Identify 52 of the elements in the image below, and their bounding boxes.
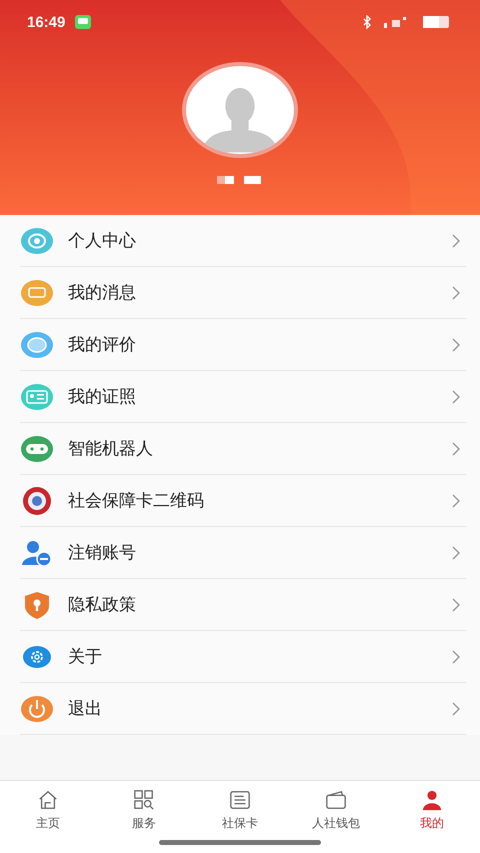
chevron-right-icon: [452, 650, 460, 664]
menu-label: 我的证照: [68, 386, 137, 408]
chevron-right-icon: [452, 598, 460, 612]
card-icon: [229, 788, 251, 810]
chevron-right-icon: [452, 702, 460, 716]
badge-emblem-icon: [20, 486, 54, 516]
chevron-right-icon: [452, 234, 460, 248]
menu-label: 我的评价: [68, 334, 137, 356]
menu-label: 关于: [68, 646, 103, 668]
chevron-right-icon: [452, 546, 460, 560]
robot-icon: [20, 434, 54, 464]
person-icon: [421, 788, 443, 810]
menu-label: 隐私政策: [68, 594, 137, 616]
tab[interactable]: 社保卡: [192, 781, 288, 835]
profile-icon: [20, 226, 54, 256]
menu-item[interactable]: 我的证照: [20, 371, 466, 423]
tab[interactable]: 人社钱包: [288, 781, 384, 835]
tab[interactable]: 服务: [96, 781, 192, 835]
grid-search-icon: [133, 788, 155, 810]
bluetooth-icon: [362, 15, 372, 29]
chevron-right-icon: [452, 338, 460, 352]
menu-item[interactable]: 我的消息: [20, 267, 466, 319]
menu-item[interactable]: 智能机器人: [20, 423, 466, 475]
menu-item[interactable]: 退出: [20, 683, 466, 735]
menu-label: 注销账号: [68, 542, 137, 564]
menu-item[interactable]: 我的评价: [20, 319, 466, 371]
menu-item[interactable]: 关于: [20, 631, 466, 683]
menu-label: 我的消息: [68, 282, 137, 304]
status-time: 16:49: [27, 14, 66, 30]
menu-label: 个人中心: [68, 230, 137, 252]
masked-name: [217, 176, 263, 184]
tab[interactable]: 我的: [384, 781, 480, 835]
chevron-right-icon: [452, 390, 460, 404]
menu-item[interactable]: 个人中心: [20, 215, 466, 267]
power-icon: [20, 694, 54, 724]
chevron-right-icon: [452, 494, 460, 508]
chevron-right-icon: [452, 442, 460, 456]
menu-label: 社会保障卡二维码: [68, 490, 205, 512]
menu-item[interactable]: 隐私政策: [20, 579, 466, 631]
comment-icon: [20, 330, 54, 360]
chevron-right-icon: [452, 286, 460, 300]
tab[interactable]: 主页: [0, 781, 96, 835]
battery-icon: [422, 15, 452, 29]
id-card-icon: [20, 382, 54, 412]
chat-icon: [20, 278, 54, 308]
menu-item[interactable]: 注销账号: [20, 527, 466, 579]
menu-label: 退出: [68, 698, 103, 720]
home-icon: [37, 788, 59, 810]
menu-label: 智能机器人: [68, 438, 154, 460]
menu-item[interactable]: 社会保障卡二维码: [20, 475, 466, 527]
message-app-icon: [75, 15, 92, 29]
wallet-icon: [325, 788, 347, 810]
